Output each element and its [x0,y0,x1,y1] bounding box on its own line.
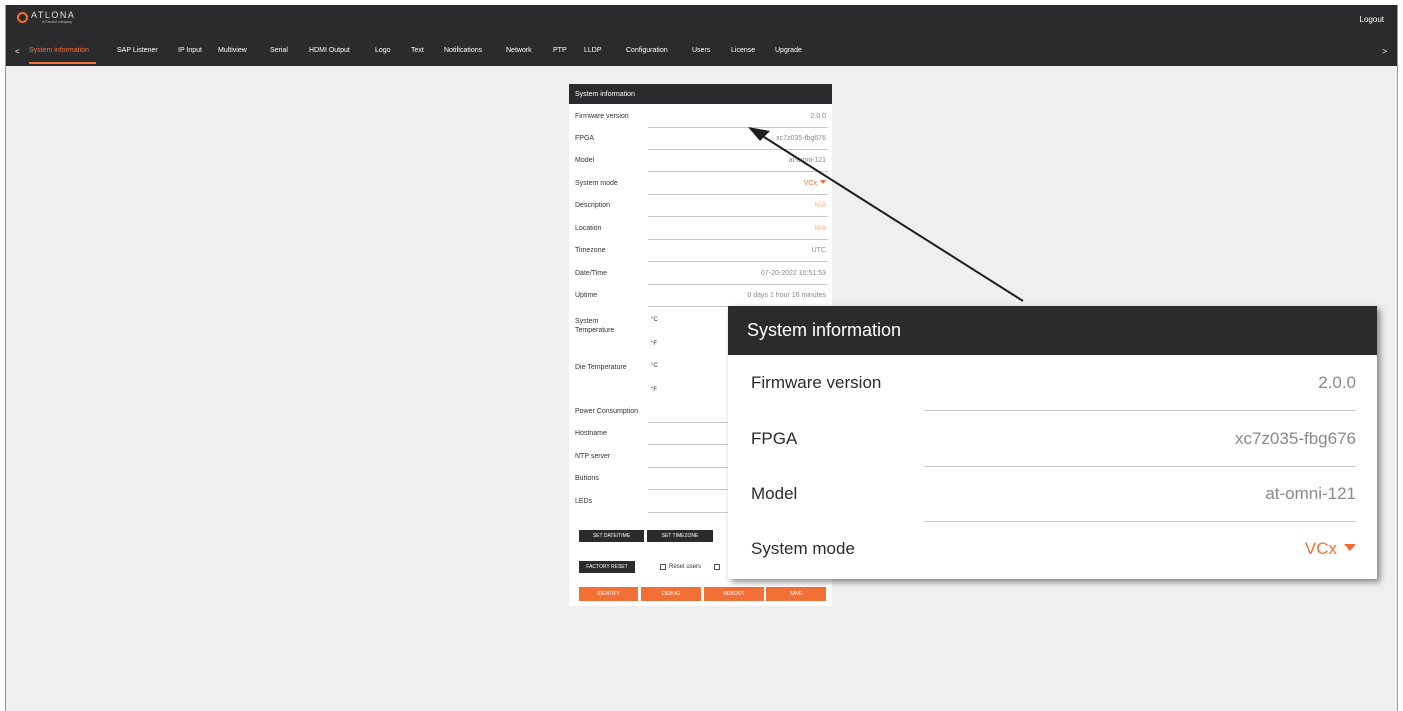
zoom-row-fpga: FPGA xc7z035-fbg676 [728,411,1377,467]
set-timezone-button[interactable]: SET TIMEZONE [647,530,713,542]
location-field[interactable]: N/A [814,225,826,232]
nav-scroll-right-icon[interactable]: > [1382,47,1387,56]
row-label: Timezone [575,247,606,254]
row-label: Buttons [575,475,599,482]
tab-notifications[interactable]: Notifications [444,47,482,54]
row-value: 2.0.0 [810,113,826,120]
row-timezone: Timezone UTC [569,240,832,262]
row-value: at-omni-121 [788,157,826,164]
tab-upgrade[interactable]: Upgrade [775,47,802,54]
row-value: at-omni-121 [1265,484,1356,503]
chevron-down-icon [820,180,826,184]
nav-scroll-left-icon[interactable]: < [15,47,20,56]
row-firmware-version: Firmware version 2.0.0 [569,106,832,128]
unit-fahrenheit: °F [651,387,658,393]
debug-button[interactable]: DEBUG [641,587,701,601]
active-tab-indicator [29,62,96,64]
tab-configuration[interactable]: Configuration [626,47,668,54]
app-frame: ATLONA A Panduit company Logout < System… [5,5,1398,711]
row-label: Die Temperature [575,364,627,371]
row-label: FPGA [575,135,595,142]
main-nav: < System information SAP Listener IP Inp… [6,45,1397,65]
tab-hdmi-output[interactable]: HDMI Output [309,47,350,54]
tab-users[interactable]: Users [692,47,710,54]
tab-ptp[interactable]: PTP [553,47,567,54]
row-description: Description N/A [569,195,832,217]
row-value: 07-20-2022 10:51:53 [761,270,826,277]
logo-subtitle: A Panduit company [42,20,73,24]
zoom-system-mode-select[interactable]: VCx [1305,539,1356,559]
row-label: Firmware version [751,373,882,392]
tab-sap-listener[interactable]: SAP Listener [117,47,158,54]
tab-ip-input[interactable]: IP Input [178,47,202,54]
unit-celsius: °C [651,363,658,369]
save-button[interactable]: SAVE [766,587,826,601]
row-label: System Temperature [575,318,615,334]
checkbox-box[interactable] [660,564,666,570]
row-label: Power Consumption [575,408,639,415]
row-label: System mode [575,180,618,187]
tab-lldp[interactable]: LLDP [584,47,602,54]
row-label: NTP server [575,453,611,460]
zoom-row-system-mode[interactable]: System mode VCx [728,521,1377,577]
atlona-logo: ATLONA A Panduit company [17,11,75,24]
system-mode-select[interactable]: VCx [804,180,826,187]
zoomed-system-information-panel: System information Firmware version 2.0.… [728,306,1377,579]
row-uptime: Uptime 0 days 1 hour 16 minutes [569,285,832,307]
logo-wordmark: ATLONA [31,10,76,20]
row-value: 2.0.0 [1318,373,1356,392]
tab-license[interactable]: License [731,47,755,54]
tab-text[interactable]: Text [411,47,424,54]
panel-title: System information [569,84,832,104]
zoom-panel-title: System information [728,306,1377,355]
row-label: Description [575,202,611,209]
tab-network[interactable]: Network [506,47,532,54]
chevron-down-icon [1344,544,1356,551]
row-fpga: FPGA xc7z035-fbg676 [569,128,832,150]
row-label: System mode [751,539,855,558]
row-label: Date/Time [575,270,608,277]
row-label: Hostname [575,430,607,437]
row-date-time: Date/Time 07-20-2022 10:51:53 [569,263,832,285]
factory-reset-button[interactable]: FACTORY RESET [579,561,635,573]
row-system-mode[interactable]: System mode VCx [569,173,832,195]
unit-fahrenheit: °F [651,341,658,347]
unit-celsius: °C [651,317,658,323]
row-label: Model [751,484,798,503]
tab-serial[interactable]: Serial [270,47,288,54]
row-model: Model at-omni-121 [569,150,832,172]
row-value: xc7z035-fbg676 [1235,429,1356,448]
tab-system-information[interactable]: System information [29,47,89,54]
tab-logo[interactable]: Logo [375,47,391,54]
row-label: Uptime [575,292,598,299]
row-value: UTC [811,247,826,254]
row-location: Location N/A [569,218,832,240]
reboot-button[interactable]: REBOOT [704,587,764,601]
set-date-time-button[interactable]: SET DATE/TIME [579,530,644,542]
row-label: FPGA [751,429,798,448]
row-value: 0 days 1 hour 16 minutes [747,292,826,299]
top-bar: ATLONA A Panduit company Logout < System… [6,5,1397,66]
reset-users-checkbox[interactable]: Reset users [660,564,701,570]
description-field[interactable]: N/A [814,202,826,209]
zoom-row-firmware-version: Firmware version 2.0.0 [728,355,1377,411]
row-label: LEDs [575,498,593,505]
logout-link[interactable]: Logout [1360,15,1384,24]
row-value: xc7z035-fbg676 [776,135,826,142]
identify-button[interactable]: IDENTIFY [579,587,638,601]
row-label: Firmware version [575,113,629,120]
row-label: Model [575,157,595,164]
logo-mark-icon [17,12,28,23]
zoom-row-model: Model at-omni-121 [728,466,1377,522]
checkbox-box[interactable] [714,564,720,570]
reset-option-checkbox[interactable] [714,564,723,570]
checkbox-label: Reset users [669,564,702,570]
tab-multiview[interactable]: Multiview [218,47,247,54]
row-label: Location [575,225,602,232]
